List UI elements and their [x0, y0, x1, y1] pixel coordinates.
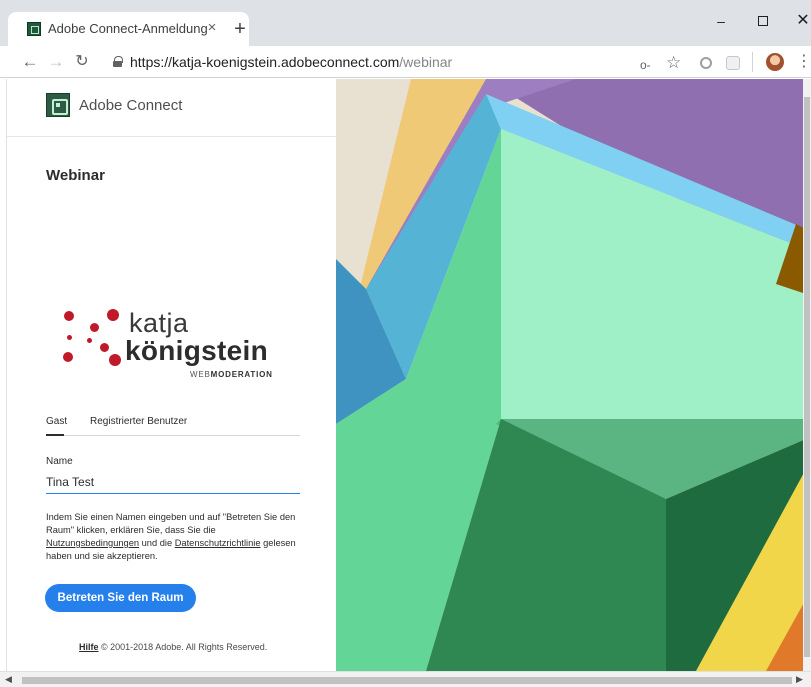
tab-registered-user[interactable]: Registrierter Benutzer	[90, 416, 187, 427]
url-path: /webinar	[399, 54, 453, 70]
key-icon[interactable]: o‑	[640, 58, 651, 72]
scroll-left-icon[interactable]: ◀	[5, 674, 12, 685]
page-left-gutter	[0, 79, 7, 671]
meeting-title: Webinar	[46, 167, 105, 184]
privacy-link[interactable]: Datenschutzrichtlinie	[175, 538, 261, 548]
enter-room-button[interactable]: Betreten Sie den Raum	[45, 584, 196, 612]
window-close-button[interactable]: ✕	[788, 11, 811, 31]
logo-tagline-light: WEB	[190, 370, 211, 379]
forward-arrow-icon[interactable]: →	[44, 50, 68, 74]
logo-dot	[107, 309, 119, 321]
logo-dot	[90, 323, 99, 332]
new-tab-button[interactable]: +	[230, 19, 250, 39]
logo-dot	[109, 354, 121, 366]
login-panel: Adobe Connect Webinar katja königstein W…	[7, 79, 336, 671]
logo-dot	[64, 311, 74, 321]
toolbar-divider	[752, 52, 753, 72]
horizontal-scrollbar[interactable]: ◀ ▶	[0, 671, 811, 687]
logo-dot	[67, 335, 72, 340]
star-icon[interactable]: ☆	[666, 53, 681, 73]
tab-guest[interactable]: Gast	[46, 416, 67, 427]
header-divider	[7, 136, 336, 137]
window-maximize-button[interactable]	[748, 11, 778, 31]
adobe-connect-favicon-icon	[27, 22, 41, 36]
scroll-right-icon[interactable]: ▶	[796, 674, 803, 685]
adobe-connect-logo-icon	[46, 93, 70, 117]
background-artwork	[336, 79, 803, 671]
consent-text: Indem Sie einen Namen eingeben und auf "…	[46, 511, 306, 563]
window-minimize-button[interactable]: –	[706, 11, 736, 31]
copyright-text: © 2001-2018 Adobe. All Rights Reserved.	[98, 642, 268, 652]
logo-tagline: WEBMODERATION	[190, 370, 273, 379]
terms-link[interactable]: Nutzungsbedingungen	[46, 538, 139, 548]
extension-icon[interactable]	[700, 57, 712, 69]
logo-dot	[87, 338, 92, 343]
back-arrow-icon[interactable]: ←	[18, 50, 42, 74]
login-tabs: Gast Registrierter Benutzer	[46, 409, 300, 436]
app-name: Adobe Connect	[79, 97, 183, 114]
logo-dot	[100, 343, 109, 352]
url-host: https://katja-koenigstein.adobeconnect.c…	[130, 54, 400, 70]
vertical-scrollbar-thumb[interactable]	[804, 97, 810, 657]
vertical-scrollbar[interactable]	[803, 79, 811, 671]
lock-icon[interactable]	[113, 56, 123, 67]
help-link[interactable]: Hilfe	[79, 642, 99, 652]
active-tab-indicator	[46, 434, 64, 436]
consent-text-part2: und die	[139, 538, 175, 548]
page-content: Adobe Connect Webinar katja königstein W…	[7, 79, 803, 671]
browser-titlebar: Adobe Connect-Anmeldung × + – ✕	[0, 0, 811, 46]
logo-dot	[63, 352, 73, 362]
tab-title: Adobe Connect-Anmeldung	[48, 21, 208, 36]
profile-avatar[interactable]	[766, 53, 784, 71]
brand-logo: katja königstein WEBMODERATION	[62, 307, 282, 387]
horizontal-scrollbar-thumb[interactable]	[22, 677, 792, 684]
browser-toolbar: ← → ↻ https://katja-koenigstein.adobecon…	[0, 46, 811, 78]
maximize-icon	[758, 16, 768, 26]
reload-icon[interactable]: ↻	[70, 50, 94, 74]
consent-text-part1: Indem Sie einen Namen eingeben und auf "…	[46, 512, 296, 535]
footer: Hilfe © 2001-2018 Adobe. All Rights Rese…	[79, 642, 267, 652]
address-bar[interactable]: https://katja-koenigstein.adobeconnect.c…	[103, 50, 693, 74]
url-text[interactable]: https://katja-koenigstein.adobeconnect.c…	[130, 54, 452, 70]
extension-icon-2[interactable]	[726, 56, 740, 70]
menu-icon[interactable]: ⋮	[796, 52, 811, 72]
name-input[interactable]	[46, 470, 300, 494]
logo-tagline-bold: MODERATION	[210, 370, 273, 379]
logo-text-last: königstein	[125, 335, 269, 366]
name-label: Name	[46, 456, 73, 467]
browser-tab[interactable]: Adobe Connect-Anmeldung ×	[8, 12, 249, 46]
tab-close-icon[interactable]: ×	[203, 19, 221, 37]
